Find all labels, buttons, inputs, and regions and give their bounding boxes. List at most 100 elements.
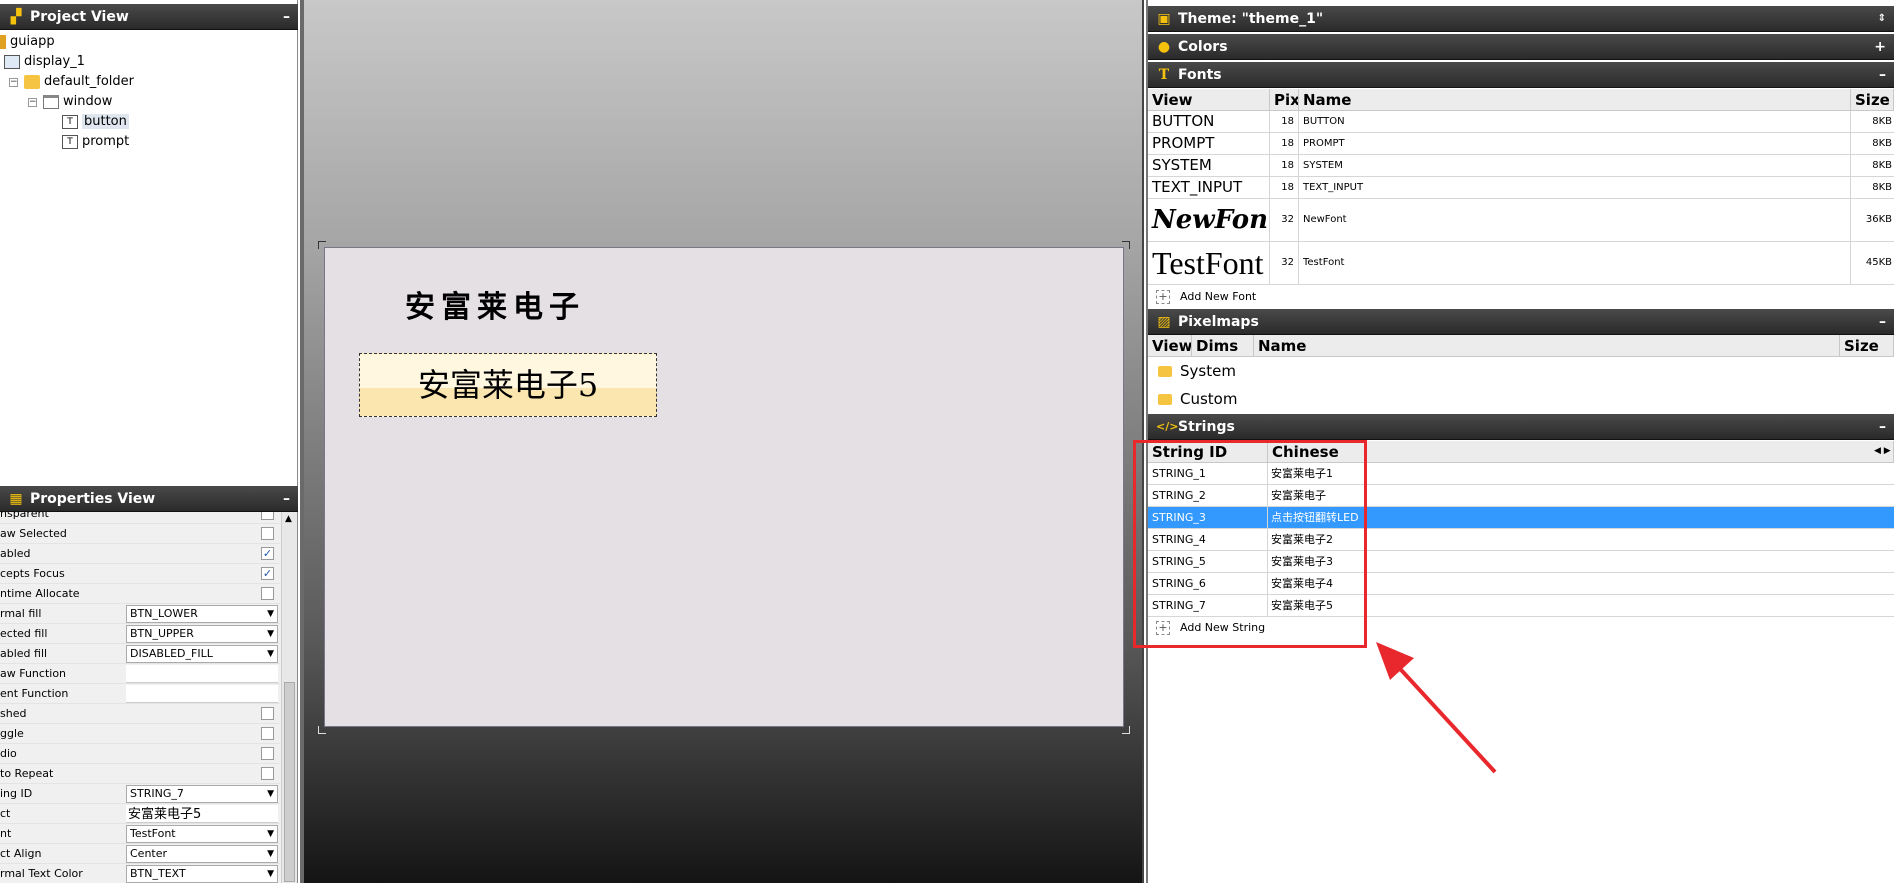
fonts-col-pix[interactable]: Pix (1270, 89, 1299, 111)
fonts-collapse-button[interactable]: – (1879, 62, 1886, 88)
dropdown-arrow-icon[interactable]: ▼ (267, 826, 274, 842)
font-pix: 18 (1270, 155, 1299, 176)
font-row[interactable]: NewFont 32 NewFont 36KB (1148, 199, 1894, 242)
strings-column-scroll-arrows-icon[interactable]: ◀ ▶ (1874, 446, 1891, 456)
add-new-font-button[interactable]: + Add New Font (1148, 286, 1448, 308)
property-checkbox[interactable] (261, 767, 274, 780)
property-dropdown[interactable]: BTN_UPPER ▼ (126, 625, 278, 643)
property-checkbox[interactable]: ✓ (261, 567, 274, 580)
canvas-corner-marker (318, 726, 326, 734)
pixelmaps-col-size[interactable]: Size (1840, 335, 1894, 357)
font-preview: TEXT_INPUT (1148, 177, 1270, 198)
font-preview: PROMPT (1148, 133, 1270, 154)
property-checkbox[interactable] (261, 527, 274, 540)
theme-scroll-icon[interactable]: ⇕ (1878, 6, 1886, 32)
property-dropdown[interactable]: BTN_LOWER ▼ (126, 605, 278, 623)
property-row: nt TestFont ▼ (0, 824, 280, 844)
property-dropdown[interactable]: DISABLED_FILL ▼ (126, 645, 278, 663)
property-dropdown[interactable]: STRING_7 ▼ (126, 785, 278, 803)
fonts-header[interactable]: T Fonts – (1148, 62, 1894, 88)
dropdown-arrow-icon[interactable]: ▼ (267, 866, 274, 882)
font-name: BUTTON (1299, 111, 1851, 132)
tree-item-guiapp[interactable]: guiapp (0, 32, 55, 52)
property-row: ct 安富莱电子5 (0, 804, 280, 824)
property-row: to Repeat (0, 764, 280, 784)
property-label: abled (0, 547, 31, 560)
tree-item-button[interactable]: Tbutton (62, 112, 129, 132)
tree-item-prompt[interactable]: Tprompt (62, 132, 129, 152)
property-checkbox[interactable] (261, 707, 274, 720)
dropdown-arrow-icon[interactable]: ▼ (267, 846, 274, 862)
properties-view-collapse-button[interactable]: – (283, 486, 290, 512)
palette-icon: ● (1157, 39, 1171, 55)
property-checkbox[interactable] (261, 747, 274, 760)
property-label: nt (0, 827, 12, 840)
font-row[interactable]: SYSTEM 18 SYSTEM 8KB (1148, 155, 1894, 177)
window-expander[interactable]: − (28, 98, 37, 107)
property-checkbox[interactable]: ✓ (261, 547, 274, 560)
pixelmaps-header[interactable]: ▨ Pixelmaps – (1148, 309, 1894, 335)
pixelmaps-col-dims[interactable]: Dims (1192, 335, 1254, 357)
font-size: 8KB (1872, 116, 1892, 127)
font-row[interactable]: TEXT_INPUT 18 TEXT_INPUT 8KB (1148, 177, 1894, 199)
fonts-col-size[interactable]: Size (1851, 89, 1894, 111)
property-checkbox[interactable] (261, 587, 274, 600)
property-text-field[interactable]: 安富莱电子5 (126, 805, 278, 823)
font-row[interactable]: BUTTON 18 BUTTON 8KB (1148, 111, 1894, 133)
dropdown-arrow-icon[interactable]: ▼ (267, 626, 274, 642)
property-row: ct Align Center ▼ (0, 844, 280, 864)
strings-header[interactable]: </> Strings – (1148, 414, 1894, 440)
property-value: BTN_LOWER (130, 607, 198, 620)
fonts-col-name[interactable]: Name (1299, 89, 1851, 111)
tree-item-display[interactable]: display_1 (4, 52, 85, 72)
font-name: PROMPT (1299, 133, 1851, 154)
folder-expander[interactable]: − (9, 78, 18, 87)
property-text-field[interactable] (126, 685, 278, 703)
canvas-button-widget[interactable]: 安富莱电子5 (359, 353, 657, 417)
property-label: aw Function (0, 667, 67, 680)
property-checkbox[interactable] (261, 512, 274, 520)
window-icon (43, 94, 59, 109)
dropdown-arrow-icon[interactable]: ▼ (267, 606, 274, 622)
property-text-field[interactable] (126, 665, 278, 683)
canvas-window[interactable]: 安富莱电子 安富莱电子5 (324, 247, 1124, 727)
colors-header[interactable]: ● Colors + (1148, 34, 1894, 60)
pixelmaps-col-name[interactable]: Name (1254, 335, 1840, 357)
fonts-col-view[interactable]: View (1148, 89, 1270, 111)
tree-item-window[interactable]: window (43, 92, 112, 112)
properties-scrollbar[interactable]: ▲ (281, 512, 297, 883)
tree-item-default-folder[interactable]: default_folder (24, 72, 134, 92)
prompt-widget[interactable]: 安富莱电子 (405, 288, 605, 328)
font-size: 8KB (1872, 138, 1892, 149)
property-checkbox[interactable] (261, 727, 274, 740)
strings-collapse-button[interactable]: – (1879, 414, 1886, 440)
font-row[interactable]: TestFont 32 TestFont 45KB (1148, 242, 1894, 285)
font-preview: BUTTON (1148, 111, 1270, 132)
property-dropdown[interactable]: BTN_TEXT ▼ (126, 865, 278, 883)
monitor-icon: ▣ (1157, 11, 1171, 27)
dropdown-arrow-icon[interactable]: ▼ (267, 646, 274, 662)
font-pix: 32 (1270, 199, 1299, 241)
project-view-icon: ▞ (10, 9, 22, 25)
property-label: ggle (0, 727, 24, 740)
font-name: TestFont (1299, 242, 1851, 284)
dropdown-arrow-icon[interactable]: ▼ (267, 786, 274, 802)
font-name: TEXT_INPUT (1299, 177, 1851, 198)
font-pix: 18 (1270, 133, 1299, 154)
property-row: ntime Allocate (0, 584, 280, 604)
pixelmaps-col-view[interactable]: View (1148, 335, 1192, 357)
property-row: aw Selected (0, 524, 280, 544)
property-dropdown[interactable]: TestFont ▼ (126, 825, 278, 843)
pixelmap-folder-custom[interactable]: Custom (1148, 385, 1894, 413)
property-dropdown[interactable]: Center ▼ (126, 845, 278, 863)
pixelmaps-collapse-button[interactable]: – (1879, 309, 1886, 335)
pixelmap-folder-system[interactable]: System (1148, 357, 1894, 385)
theme-header[interactable]: ▣ Theme: "theme_1" ⇕ (1148, 6, 1894, 32)
scroll-up-arrow-icon[interactable]: ▲ (285, 514, 292, 524)
font-row[interactable]: PROMPT 18 PROMPT 8KB (1148, 133, 1894, 155)
scroll-thumb[interactable] (284, 682, 295, 882)
font-name: NewFont (1299, 199, 1851, 241)
colors-expand-button[interactable]: + (1874, 34, 1886, 60)
project-view-collapse-button[interactable]: – (283, 4, 290, 30)
property-value: BTN_UPPER (130, 627, 194, 640)
